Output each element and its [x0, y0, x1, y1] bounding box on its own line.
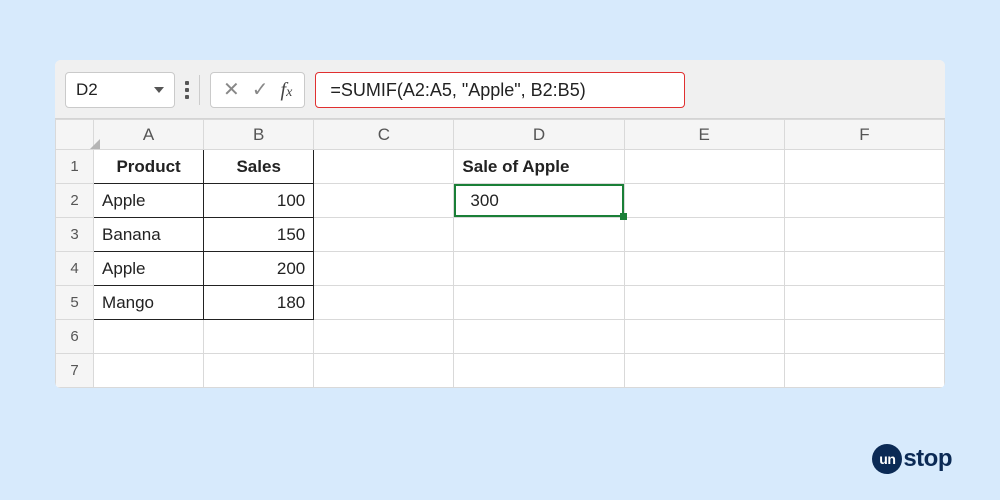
cell-A6[interactable]	[94, 320, 204, 354]
col-header-C[interactable]: C	[314, 120, 454, 150]
name-box[interactable]: D2	[65, 72, 175, 108]
cell-F7[interactable]	[784, 354, 944, 388]
cell-A2[interactable]: Apple	[94, 184, 204, 218]
cell-A4[interactable]: Apple	[94, 252, 204, 286]
spreadsheet-window: D2 ✕ ✓ fx =SUMIF(A2:A5, "Apple", B2:B5) …	[55, 60, 945, 388]
cell-C5[interactable]	[314, 286, 454, 320]
cell-F2[interactable]	[784, 184, 944, 218]
cell-B2[interactable]: 100	[204, 184, 314, 218]
cell-B1[interactable]: Sales	[204, 150, 314, 184]
vertical-dots-icon[interactable]	[185, 81, 189, 99]
cell-E2[interactable]	[624, 184, 784, 218]
cell-F6[interactable]	[784, 320, 944, 354]
cell-D4[interactable]	[454, 252, 624, 286]
row-header-5[interactable]: 5	[56, 286, 94, 320]
row-header-4[interactable]: 4	[56, 252, 94, 286]
row-header-1[interactable]: 1	[56, 150, 94, 184]
accept-icon[interactable]: ✓	[252, 80, 269, 100]
formula-input[interactable]: =SUMIF(A2:A5, "Apple", B2:B5)	[315, 72, 685, 108]
cell-A5[interactable]: Mango	[94, 286, 204, 320]
cell-C3[interactable]	[314, 218, 454, 252]
col-header-D[interactable]: D	[454, 120, 624, 150]
cell-C7[interactable]	[314, 354, 454, 388]
name-box-value: D2	[76, 80, 98, 100]
spreadsheet-grid[interactable]: A B C D E F 1 Product Sales Sale of Appl…	[55, 118, 945, 388]
cell-F4[interactable]	[784, 252, 944, 286]
cell-B4[interactable]: 200	[204, 252, 314, 286]
cell-E3[interactable]	[624, 218, 784, 252]
cell-F3[interactable]	[784, 218, 944, 252]
col-header-F[interactable]: F	[784, 120, 944, 150]
cell-D1[interactable]: Sale of Apple	[454, 150, 624, 184]
cell-D2[interactable]: 300	[454, 184, 624, 218]
row-header-7[interactable]: 7	[56, 354, 94, 388]
col-header-E[interactable]: E	[624, 120, 784, 150]
formula-text: =SUMIF(A2:A5, "Apple", B2:B5)	[330, 80, 585, 101]
cell-D7[interactable]	[454, 354, 624, 388]
cell-F5[interactable]	[784, 286, 944, 320]
fx-icon[interactable]: fx	[281, 79, 293, 102]
unstop-logo: un stop	[872, 444, 952, 474]
cell-A3[interactable]: Banana	[94, 218, 204, 252]
cell-E5[interactable]	[624, 286, 784, 320]
col-header-A[interactable]: A	[94, 120, 204, 150]
cell-C4[interactable]	[314, 252, 454, 286]
logo-text: stop	[903, 445, 952, 473]
cell-C2[interactable]	[314, 184, 454, 218]
cell-C1[interactable]	[314, 150, 454, 184]
cell-B7[interactable]	[204, 354, 314, 388]
formula-bar-row: D2 ✕ ✓ fx =SUMIF(A2:A5, "Apple", B2:B5)	[55, 60, 945, 118]
cell-E4[interactable]	[624, 252, 784, 286]
select-all-corner[interactable]	[56, 120, 94, 150]
cell-D6[interactable]	[454, 320, 624, 354]
cell-A1[interactable]: Product	[94, 150, 204, 184]
cancel-icon[interactable]: ✕	[223, 80, 240, 100]
cell-E1[interactable]	[624, 150, 784, 184]
cell-A7[interactable]	[94, 354, 204, 388]
logo-icon: un	[872, 444, 902, 474]
cell-D3[interactable]	[454, 218, 624, 252]
col-header-B[interactable]: B	[204, 120, 314, 150]
cell-D2-value: 300	[462, 191, 498, 210]
cell-E7[interactable]	[624, 354, 784, 388]
cell-B6[interactable]	[204, 320, 314, 354]
formula-buttons: ✕ ✓ fx	[210, 72, 305, 108]
cell-D5[interactable]	[454, 286, 624, 320]
row-header-6[interactable]: 6	[56, 320, 94, 354]
cell-E6[interactable]	[624, 320, 784, 354]
cell-F1[interactable]	[784, 150, 944, 184]
column-header-row: A B C D E F	[56, 120, 945, 150]
chevron-down-icon[interactable]	[154, 87, 164, 93]
cell-C6[interactable]	[314, 320, 454, 354]
separator	[199, 75, 200, 105]
row-header-2[interactable]: 2	[56, 184, 94, 218]
cell-B5[interactable]: 180	[204, 286, 314, 320]
cell-B3[interactable]: 150	[204, 218, 314, 252]
row-header-3[interactable]: 3	[56, 218, 94, 252]
